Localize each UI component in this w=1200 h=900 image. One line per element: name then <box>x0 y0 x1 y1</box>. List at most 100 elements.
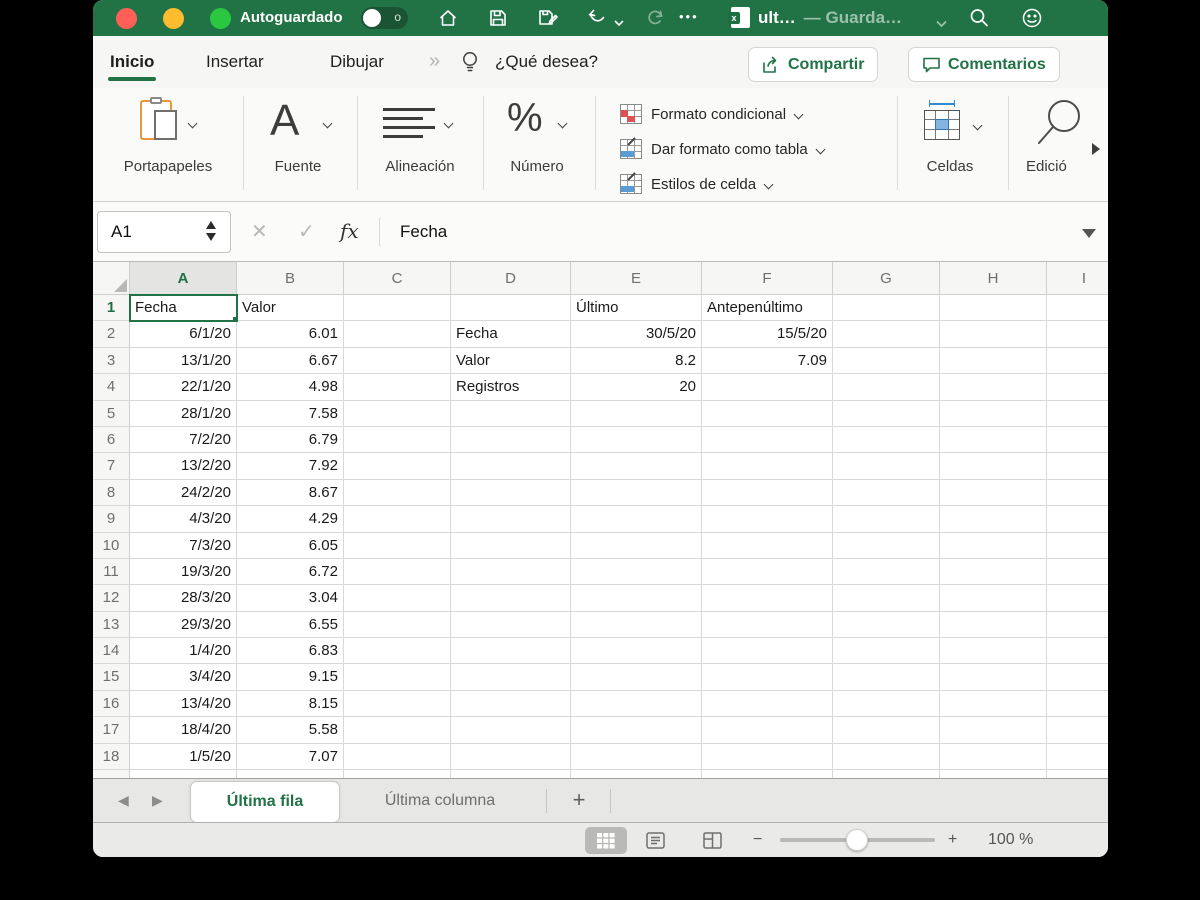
cell-B11[interactable]: 6.72 <box>237 558 344 586</box>
cell-E18[interactable] <box>571 743 702 771</box>
row-header-16[interactable]: 16 <box>93 690 130 718</box>
cell-A3[interactable]: 13/1/20 <box>130 347 237 375</box>
conditional-formatting-button[interactable]: Formato condicional <box>620 100 804 128</box>
cell-C15[interactable] <box>344 664 451 691</box>
cell-A11[interactable]: 19/3/20 <box>130 558 237 586</box>
save-as-icon[interactable] <box>537 8 558 28</box>
cell-I14[interactable] <box>1047 638 1108 665</box>
cell-A17[interactable]: 18/4/20 <box>130 717 237 744</box>
cell-A13[interactable]: 29/3/20 <box>130 611 237 639</box>
cell-A[interactable] <box>130 770 237 778</box>
cell-D10[interactable] <box>451 532 571 559</box>
cell-G9[interactable] <box>833 506 940 533</box>
zoom-window-button[interactable] <box>210 8 231 29</box>
zoom-out-button[interactable]: − <box>753 823 762 857</box>
cell-B9[interactable]: 4.29 <box>237 506 344 533</box>
row-header-15[interactable]: 15 <box>93 664 130 691</box>
cell-styles-button[interactable]: Estilos de celda <box>620 170 774 198</box>
cell-D2[interactable]: Fecha <box>451 321 571 348</box>
cell-E[interactable] <box>571 770 702 778</box>
cell-I5[interactable] <box>1047 401 1108 427</box>
cell-I18[interactable] <box>1047 744 1108 771</box>
next-sheet-button[interactable]: ▶ <box>152 779 163 822</box>
cell-H9[interactable] <box>940 506 1047 533</box>
cell-B5[interactable]: 7.58 <box>237 400 344 427</box>
cell-G17[interactable] <box>833 717 940 744</box>
tab-insertar[interactable]: Insertar <box>206 36 264 88</box>
col-header-D[interactable]: D <box>451 262 571 295</box>
name-box[interactable]: A1 <box>97 211 231 253</box>
cell-I13[interactable] <box>1047 612 1108 639</box>
cell-B15[interactable]: 9.15 <box>237 664 344 691</box>
cell-D[interactable] <box>451 770 571 778</box>
cell-F14[interactable] <box>702 638 833 665</box>
cell-A9[interactable]: 4/3/20 <box>130 506 237 533</box>
cell-D1[interactable] <box>451 295 571 322</box>
row-header-11[interactable]: 11 <box>93 558 130 586</box>
cell-D8[interactable] <box>451 479 571 507</box>
formula-bar-expand-icon[interactable] <box>1082 229 1096 238</box>
cell-I[interactable] <box>1047 770 1108 778</box>
cell-B4[interactable]: 4.98 <box>237 374 344 401</box>
cell-D4[interactable]: Registros <box>451 374 571 401</box>
normal-view-button[interactable] <box>585 827 627 854</box>
cell-G2[interactable] <box>833 321 940 348</box>
row-header-4[interactable]: 4 <box>93 374 130 401</box>
cell-D15[interactable] <box>451 664 571 691</box>
cell-B16[interactable]: 8.15 <box>237 690 344 718</box>
cell-F18[interactable] <box>702 743 833 771</box>
cell-I7[interactable] <box>1047 453 1108 480</box>
cell-A8[interactable]: 24/2/20 <box>130 479 237 507</box>
col-header-G[interactable]: G <box>833 262 940 295</box>
cell-C18[interactable] <box>344 743 451 771</box>
cell-I4[interactable] <box>1047 374 1108 401</box>
cell-D7[interactable] <box>451 453 571 480</box>
cell-E7[interactable] <box>571 453 702 480</box>
cell-H5[interactable] <box>940 400 1047 427</box>
cell-B10[interactable]: 6.05 <box>237 532 344 559</box>
cell-I6[interactable] <box>1047 427 1108 454</box>
cell-C13[interactable] <box>344 611 451 639</box>
cell-D14[interactable] <box>451 638 571 665</box>
cell-G[interactable] <box>833 770 940 778</box>
cell-A12[interactable]: 28/3/20 <box>130 585 237 612</box>
search-icon[interactable] <box>968 7 988 27</box>
cell-B18[interactable]: 7.07 <box>237 743 344 771</box>
row-header-2[interactable]: 2 <box>93 321 130 348</box>
tab-inicio[interactable]: Inicio <box>107 36 157 88</box>
cell-E10[interactable] <box>571 532 702 559</box>
cell-F8[interactable] <box>702 479 833 507</box>
tab-dibujar[interactable]: Dibujar <box>330 36 384 88</box>
cell-C10[interactable] <box>344 532 451 559</box>
fill-handle[interactable] <box>232 316 236 321</box>
cell-H18[interactable] <box>940 743 1047 771</box>
cell-D13[interactable] <box>451 611 571 639</box>
cell-A2[interactable]: 6/1/20 <box>130 321 237 348</box>
cell-A15[interactable]: 3/4/20 <box>130 664 237 691</box>
page-layout-view-button[interactable] <box>634 827 676 854</box>
share-button[interactable]: Compartir <box>748 47 879 82</box>
cell-G8[interactable] <box>833 479 940 507</box>
cell-E2[interactable]: 30/5/20 <box>571 321 702 348</box>
cell-B17[interactable]: 5.58 <box>237 717 344 744</box>
cell-G11[interactable] <box>833 558 940 586</box>
col-header-F[interactable]: F <box>702 262 833 295</box>
cell-H3[interactable] <box>940 347 1047 375</box>
cell-D6[interactable] <box>451 426 571 454</box>
cell-G7[interactable] <box>833 453 940 480</box>
cell-I3[interactable] <box>1047 348 1108 375</box>
cell-B[interactable] <box>237 770 344 778</box>
page-break-view-button[interactable] <box>691 827 733 854</box>
cell-G14[interactable] <box>833 638 940 665</box>
cell-G10[interactable] <box>833 532 940 559</box>
sheet-tab-ultima-columna[interactable]: Última columna <box>350 779 530 823</box>
cell-A4[interactable]: 22/1/20 <box>130 374 237 401</box>
row-header-5[interactable]: 5 <box>93 400 130 427</box>
cell-D5[interactable] <box>451 400 571 427</box>
cell-G4[interactable] <box>833 374 940 401</box>
row-header-10[interactable]: 10 <box>93 532 130 559</box>
smiley-feedback-icon[interactable] <box>1021 7 1042 28</box>
cell-F16[interactable] <box>702 690 833 718</box>
title-dropdown-chevron-icon[interactable] <box>936 15 947 28</box>
cell-D3[interactable]: Valor <box>451 347 571 375</box>
